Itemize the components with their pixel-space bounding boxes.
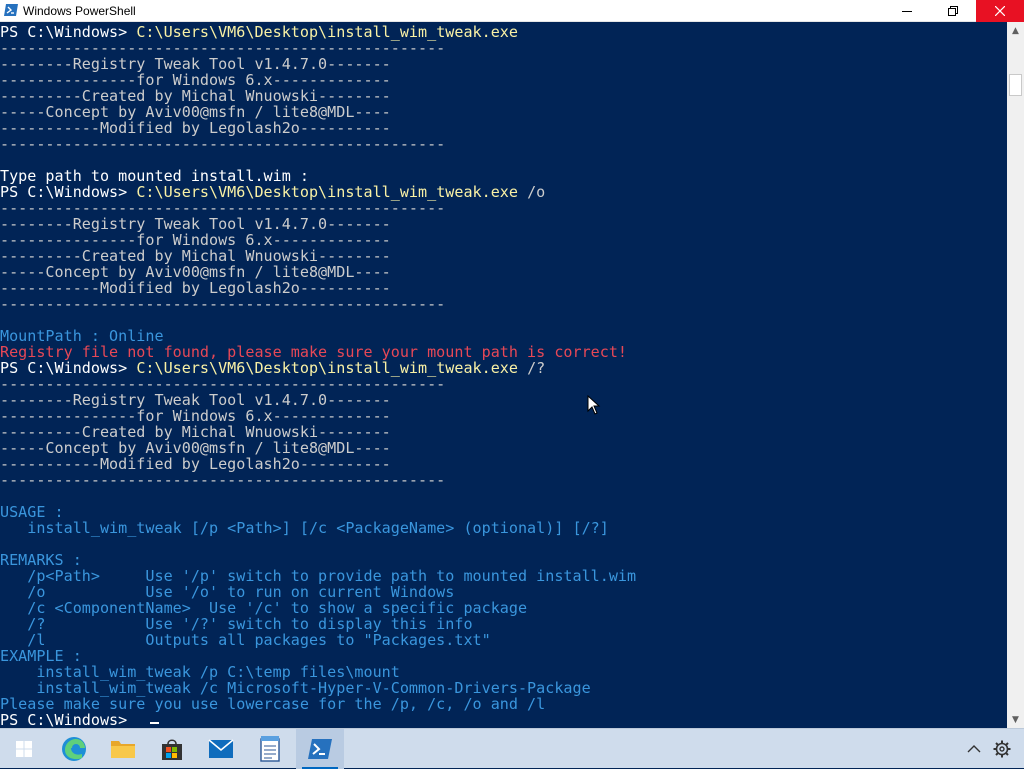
edge-button[interactable] <box>50 729 98 769</box>
minimize-button[interactable] <box>884 0 930 22</box>
mouse-pointer-icon <box>587 395 601 415</box>
console-line: PS C:\Windows> C:\Users\VM6\Desktop\inst… <box>0 24 518 40</box>
console-line: PS C:\Windows> <box>0 712 136 728</box>
console-line: install_wim_tweak /c Microsoft-Hyper-V-C… <box>0 680 590 696</box>
console-line: install_wim_tweak /p C:\temp files\mount <box>0 664 400 680</box>
console-line: ----------------------------------------… <box>0 136 445 152</box>
store-bag-icon <box>162 739 182 760</box>
console-text: /? <box>517 359 546 377</box>
console-text: ----------------------------------------… <box>0 471 446 489</box>
console-line: REMARKS : <box>0 552 82 568</box>
taskbar <box>0 728 1024 769</box>
maximize-button[interactable] <box>930 0 976 22</box>
console-line: ---------Created by Michal Wnuowski-----… <box>0 248 391 264</box>
title-bar: Windows PowerShell <box>0 0 1024 22</box>
scroll-up-icon[interactable]: ▲ <box>1007 22 1024 39</box>
console-line: ---------Created by Michal Wnuowski-----… <box>0 88 391 104</box>
powershell-taskbar-button[interactable] <box>296 729 344 769</box>
windows-logo-icon <box>16 741 32 757</box>
console-line: /c <ComponentName> Use '/c' to show a sp… <box>0 600 527 616</box>
console-line: EXAMPLE : <box>0 648 82 664</box>
console-line: ---------------for Windows 6.x----------… <box>0 232 391 248</box>
powershell-icon <box>4 4 18 16</box>
console-line: install_wim_tweak [/p <Path>] [/c <Packa… <box>0 520 609 536</box>
console-line: --------Registry Tweak Tool v1.4.7.0----… <box>0 56 391 72</box>
console-line: -----------Modified by Legolash2o-------… <box>0 120 391 136</box>
console-text: /o <box>517 183 546 201</box>
notepad-button[interactable] <box>246 729 294 769</box>
window-title: Windows PowerShell <box>23 4 136 18</box>
console-line: ----------------------------------------… <box>0 296 445 312</box>
console-text: install_wim_tweak [/p <Path>] [/c <Packa… <box>0 519 609 537</box>
console-line: ----------------------------------------… <box>0 40 445 56</box>
console-text: PS C:\Windows> <box>0 711 137 728</box>
console-text: ----------------------------------------… <box>0 135 446 153</box>
close-button[interactable] <box>976 0 1024 22</box>
console-line: ---------------for Windows 6.x----------… <box>0 72 391 88</box>
console-line: /p<Path> Use '/p' switch to provide path… <box>0 568 636 584</box>
console-line: -----Concept by Aviv00@msfn / lite8@MDL-… <box>0 440 391 456</box>
minimize-icon <box>902 11 912 12</box>
console-line: ----------------------------------------… <box>0 376 445 392</box>
console-line: Registry file not found, please make sur… <box>0 344 627 360</box>
console-line: MountPath : Online <box>0 328 164 344</box>
console-line: --------Registry Tweak Tool v1.4.7.0----… <box>0 216 391 232</box>
console-line: ---------------for Windows 6.x----------… <box>0 408 391 424</box>
console-line: PS C:\Windows> C:\Users\VM6\Desktop\inst… <box>0 360 545 376</box>
close-icon <box>995 6 1005 16</box>
console-line: -----Concept by Aviv00@msfn / lite8@MDL-… <box>0 104 391 120</box>
chevron-up-icon <box>967 745 981 753</box>
edge-icon <box>62 737 86 761</box>
store-button[interactable] <box>148 729 196 769</box>
gear-icon <box>993 740 1011 758</box>
vertical-scrollbar[interactable]: ▲ ▼ <box>1007 22 1024 728</box>
start-button[interactable] <box>0 729 48 769</box>
maximize-icon <box>948 6 958 16</box>
folder-icon <box>111 741 135 758</box>
text-cursor <box>150 722 159 724</box>
console-output[interactable]: PS C:\Windows> C:\Users\VM6\Desktop\inst… <box>0 22 1007 728</box>
file-explorer-button[interactable] <box>99 729 147 769</box>
console-text: ----------------------------------------… <box>0 295 446 313</box>
console-line: ----------------------------------------… <box>0 472 445 488</box>
console-line: PS C:\Windows> C:\Users\VM6\Desktop\inst… <box>0 184 545 200</box>
mail-button[interactable] <box>197 729 245 769</box>
console-line: /o Use '/o' to run on current Windows <box>0 584 454 600</box>
console-line: --------Registry Tweak Tool v1.4.7.0----… <box>0 392 391 408</box>
show-hidden-icons-button[interactable] <box>960 729 988 769</box>
console-line: /? Use '/?' switch to display this info <box>0 616 472 632</box>
console-line: -----------Modified by Legolash2o-------… <box>0 280 391 296</box>
scroll-thumb[interactable] <box>1009 74 1022 96</box>
powershell-icon <box>308 739 332 759</box>
console-line: -----------Modified by Legolash2o-------… <box>0 456 391 472</box>
console-line: Please make sure you use lowercase for t… <box>0 696 545 712</box>
console-line: Type path to mounted install.wim : <box>0 168 309 184</box>
mail-icon <box>208 739 234 758</box>
notepad-icon <box>260 736 280 762</box>
scroll-down-icon[interactable]: ▼ <box>1007 711 1024 728</box>
console-line: /l Outputs all packages to "Packages.txt… <box>0 632 490 648</box>
console-line: USAGE : <box>0 504 64 520</box>
console-line: ----------------------------------------… <box>0 200 445 216</box>
console-line: ---------Created by Michal Wnuowski-----… <box>0 424 391 440</box>
console-line: -----Concept by Aviv00@msfn / lite8@MDL-… <box>0 264 391 280</box>
settings-button[interactable] <box>988 729 1016 769</box>
